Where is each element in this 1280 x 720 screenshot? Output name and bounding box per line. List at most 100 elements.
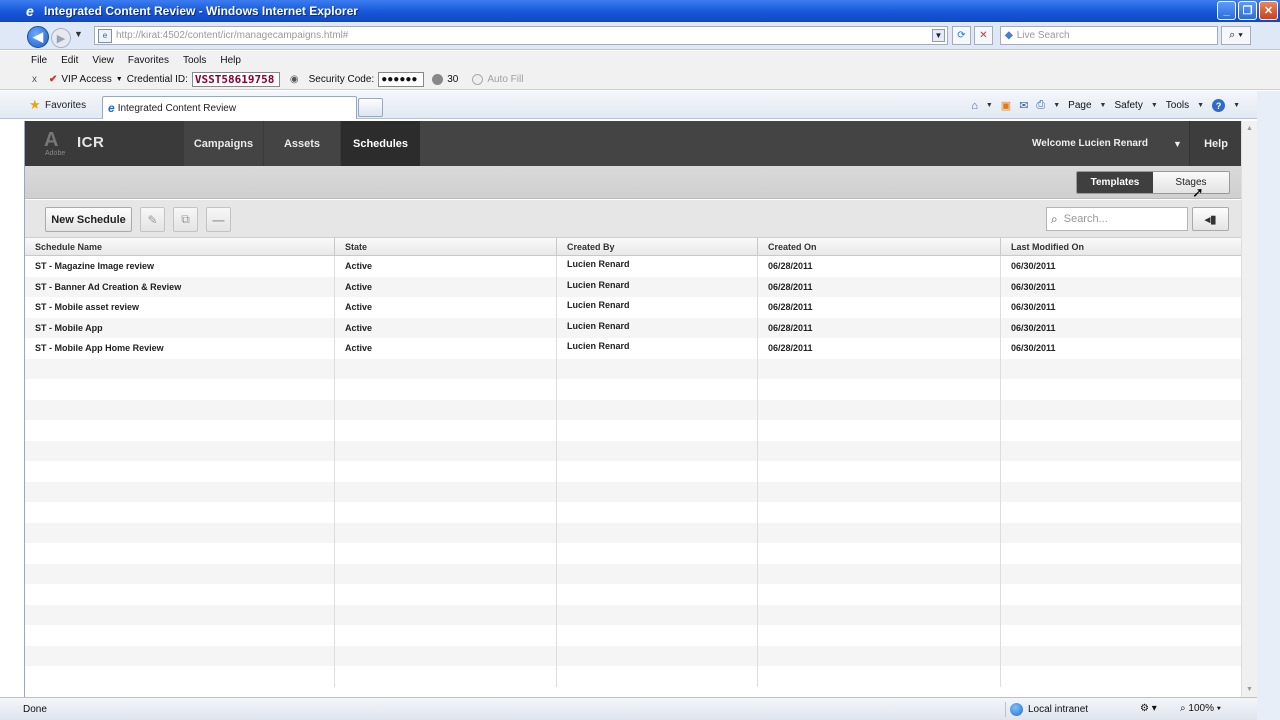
feeds-icon[interactable]: ▣ [1001, 99, 1011, 112]
search-input[interactable]: ⌕ Search... [1046, 207, 1188, 231]
menu-tools[interactable]: Tools [183, 55, 206, 66]
menu-edit[interactable]: Edit [61, 55, 78, 66]
vip-check-icon: ✔ [49, 73, 58, 85]
column-state[interactable]: State [335, 238, 557, 255]
delete-minus-icon[interactable]: — [206, 207, 231, 232]
address-input[interactable]: e http://kirat:4502/content/icr/manageca… [94, 26, 948, 45]
print-dropdown-icon[interactable]: ▼ [1053, 102, 1060, 109]
empty-table-row [25, 604, 1241, 625]
edit-pencil-icon[interactable]: ✎ [140, 207, 165, 232]
auto-fill-radio[interactable] [472, 73, 484, 85]
empty-table-row [25, 420, 1241, 441]
menu-help[interactable]: Help [220, 55, 241, 66]
table-row[interactable]: ST - Mobile App Active Lucien Renard 06/28/… [25, 317, 1241, 338]
new-tab-button[interactable] [358, 98, 383, 117]
tools-menu[interactable]: Tools [1166, 100, 1189, 111]
home-icon[interactable]: ⌂ [971, 100, 978, 112]
table-row[interactable]: ST - Banner Ad Creation & Review Active Lu… [25, 276, 1241, 297]
empty-cell [1001, 379, 1241, 400]
page-dropdown-icon[interactable]: ▼ [1100, 102, 1107, 109]
stop-button[interactable]: ✕ [974, 26, 993, 45]
cell-state: Active [335, 297, 557, 318]
restore-button[interactable]: ❐ [1238, 1, 1257, 20]
empty-cell [25, 399, 335, 420]
empty-cell [758, 666, 1001, 687]
address-dropdown-icon[interactable]: ▼ [932, 29, 945, 42]
empty-cell [25, 420, 335, 441]
nav-tab-assets[interactable]: Assets [263, 121, 340, 166]
stages-toggle[interactable]: Stages [1153, 172, 1229, 193]
safety-dropdown-icon[interactable]: ▼ [1151, 102, 1158, 109]
tools-dropdown-icon[interactable]: ▼ [1197, 102, 1204, 109]
table-row[interactable]: ST - Mobile App Home Review Active Lucien … [25, 338, 1241, 359]
logo-area: A Adobe ICR [25, 121, 183, 166]
welcome-user[interactable]: Welcome Lucien Renard [1032, 121, 1166, 166]
help-icon[interactable]: ? [1212, 99, 1226, 112]
new-schedule-button[interactable]: New Schedule [45, 207, 132, 232]
empty-cell [557, 502, 758, 523]
vertical-scrollbar[interactable]: ▲ ▼ [1241, 121, 1257, 697]
empty-cell [335, 358, 557, 379]
search-icon: ⌕ [1051, 211, 1058, 226]
favorites-star-icon[interactable]: ★ [29, 98, 41, 111]
empty-table-row [25, 625, 1241, 646]
toolbar-close-icon[interactable]: x [32, 74, 37, 85]
forward-button[interactable]: ▶ [51, 28, 71, 48]
menu-view[interactable]: View [92, 55, 114, 66]
nav-tab-campaigns[interactable]: Campaigns [183, 121, 263, 166]
empty-table-row [25, 645, 1241, 666]
security-zone[interactable]: Local intranet [1005, 702, 1088, 717]
column-created-by[interactable]: Created By [557, 238, 758, 255]
window-controls: _ ❐ ✕ [1217, 1, 1278, 20]
live-search-placeholder: Live Search [1016, 30, 1070, 41]
cell-created-by: Lucien Renard [557, 256, 758, 277]
menu-favorites[interactable]: Favorites [128, 55, 169, 66]
empty-cell [335, 563, 557, 584]
back-button[interactable]: ◀ [27, 26, 49, 48]
table-row[interactable]: ST - Magazine Image review Active Lucien R… [25, 256, 1241, 277]
scroll-up-icon[interactable]: ▲ [1242, 121, 1257, 136]
templates-toggle[interactable]: Templates [1077, 172, 1153, 193]
print-icon[interactable]: ⎙ [1036, 99, 1045, 112]
menu-file[interactable]: File [31, 55, 47, 66]
history-dropdown-icon[interactable]: ▼ [74, 29, 83, 39]
collapse-panel-button[interactable]: ◂▮ [1192, 207, 1229, 231]
empty-cell [557, 379, 758, 400]
page-menu[interactable]: Page [1068, 100, 1091, 111]
read-mail-icon[interactable]: ✉ [1019, 99, 1028, 112]
vip-dropdown-icon[interactable]: ▼ [116, 76, 123, 83]
copy-icon[interactable]: ⧉ [173, 207, 198, 232]
ie-logo-icon: e [26, 3, 34, 19]
auto-fill-label: Auto Fill [487, 73, 524, 85]
security-code-field[interactable]: ●●●●●● [378, 71, 425, 87]
help-dropdown-icon[interactable]: ▼ [1233, 102, 1240, 109]
empty-cell [557, 604, 758, 625]
live-search-input[interactable]: ◆ Live Search [1000, 26, 1218, 45]
close-window-button[interactable]: ✕ [1259, 1, 1278, 20]
refresh-button[interactable]: ⟳ [952, 26, 971, 45]
minimize-button[interactable]: _ [1217, 1, 1236, 20]
empty-cell [335, 625, 557, 646]
cell-last-modified-on: 06/30/2011 [1011, 343, 1056, 354]
eye-icon[interactable]: ◉ [290, 74, 299, 85]
zoom-level[interactable]: ⌕ 100% ▾ [1180, 703, 1221, 714]
search-go-button[interactable]: ⌕ ▾ [1221, 26, 1251, 45]
favorites-button[interactable]: Favorites [45, 100, 86, 111]
empty-cell [557, 625, 758, 646]
column-created-on[interactable]: Created On [758, 238, 1001, 255]
home-dropdown-icon[interactable]: ▼ [986, 102, 993, 109]
nav-tab-schedules[interactable]: Schedules [340, 121, 420, 166]
protected-mode-icon[interactable]: ⚙ ▾ [1140, 703, 1157, 714]
column-schedule-name[interactable]: Schedule Name [25, 238, 335, 255]
user-menu-dropdown-icon[interactable]: ▼ [1166, 121, 1190, 166]
table-row[interactable]: ST - Mobile asset review Active Lucien Ren… [25, 297, 1241, 318]
timer-value: 30 [447, 73, 459, 85]
vip-access-label[interactable]: VIP Access [61, 74, 111, 85]
empty-cell [335, 481, 557, 502]
help-link[interactable]: Help [1190, 121, 1241, 166]
column-last-modified-on[interactable]: Last Modified On [1001, 238, 1241, 255]
scroll-down-icon[interactable]: ▼ [1242, 682, 1257, 697]
browser-tab-active[interactable]: e Integrated Content Review [102, 96, 357, 119]
credential-id-field[interactable]: VSST58619758 [191, 71, 280, 87]
safety-menu[interactable]: Safety [1114, 100, 1142, 111]
